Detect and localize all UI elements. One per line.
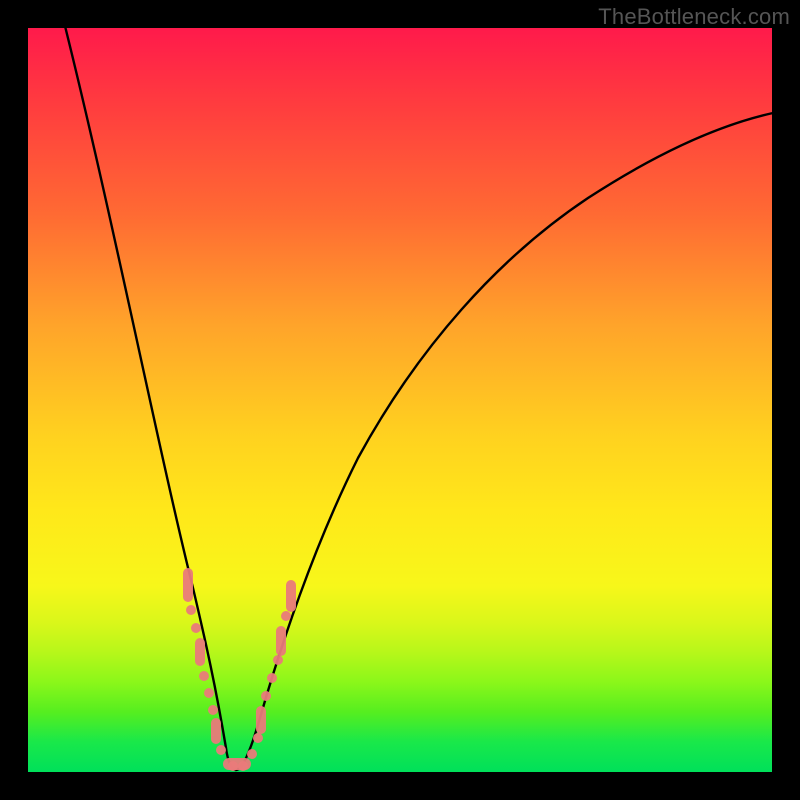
watermark-text: TheBottleneck.com [598, 4, 790, 30]
plot-area [28, 28, 772, 772]
outer-frame: TheBottleneck.com [0, 0, 800, 800]
bottleneck-curve [63, 18, 773, 770]
marker-cluster [183, 568, 296, 771]
curve-layer [28, 28, 772, 772]
